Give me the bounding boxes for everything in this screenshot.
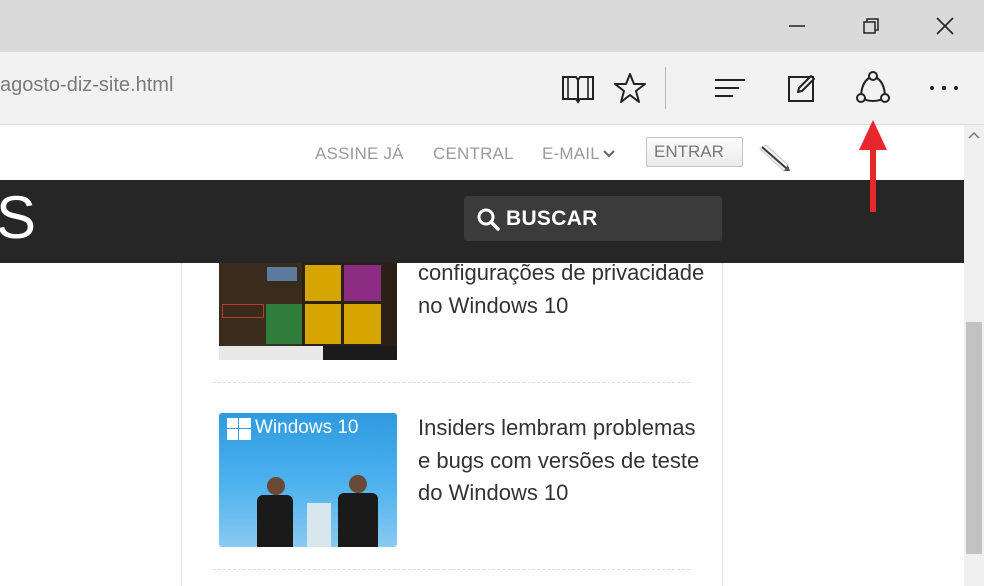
article-title[interactable]: configurações de privacidade no Windows …	[418, 257, 708, 322]
hub-button[interactable]	[708, 66, 752, 110]
close-button[interactable]	[908, 0, 982, 52]
chevron-down-icon	[603, 150, 615, 158]
hub-icon	[715, 79, 745, 97]
email-link[interactable]: E-MAIL	[542, 144, 616, 164]
web-note-icon	[788, 75, 815, 102]
article-divider	[213, 382, 690, 383]
web-note-button[interactable]	[780, 66, 824, 110]
scroll-up-button[interactable]	[964, 125, 984, 145]
title-bar	[0, 0, 984, 52]
windows-logo-icon	[227, 418, 251, 440]
article-title[interactable]: Insiders lembram problemas e bugs com ve…	[418, 412, 708, 510]
email-label: E-MAIL	[542, 144, 600, 163]
web-page: ASSINE JÁ CENTRAL E-MAIL ENTRAR S BUSCAR	[0, 125, 964, 586]
article-thumbnail[interactable]: Windows 10	[219, 413, 397, 547]
image-caption: Windows 10	[255, 417, 359, 438]
site-navbar: S BUSCAR	[0, 180, 964, 263]
article-divider	[213, 569, 690, 570]
search-label: BUSCAR	[506, 206, 598, 230]
scrollbar[interactable]	[964, 125, 984, 586]
chevron-up-icon	[968, 131, 980, 139]
pencil-icon	[759, 144, 790, 172]
site-logo[interactable]: S	[0, 188, 36, 248]
article-thumbnail[interactable]	[219, 263, 397, 360]
reading-view-button[interactable]	[556, 66, 600, 110]
share-button[interactable]	[851, 66, 895, 110]
search-icon	[477, 208, 500, 231]
more-icon	[930, 86, 958, 90]
restore-icon	[863, 18, 879, 34]
favorites-button[interactable]	[608, 66, 652, 110]
favorites-star-icon	[614, 73, 646, 103]
minimize-button[interactable]	[760, 0, 834, 52]
close-icon	[936, 17, 954, 35]
restore-button[interactable]	[834, 0, 908, 52]
login-button[interactable]: ENTRAR	[646, 137, 743, 167]
reading-view-icon	[562, 76, 594, 104]
minimize-icon	[789, 25, 805, 27]
share-icon	[856, 71, 890, 103]
more-button[interactable]	[922, 66, 966, 110]
central-link[interactable]: CENTRAL	[433, 144, 514, 164]
annotation-arrow	[859, 120, 887, 212]
content-border-right	[722, 263, 723, 586]
content-border-left	[181, 263, 182, 586]
scrollbar-thumb[interactable]	[966, 322, 982, 554]
subscribe-link[interactable]: ASSINE JÁ	[315, 144, 404, 164]
toolbar-separator	[665, 67, 666, 109]
browser-toolbar: agosto-diz-site.html	[0, 52, 984, 125]
search-button[interactable]: BUSCAR	[464, 196, 722, 241]
address-bar[interactable]: agosto-diz-site.html	[0, 74, 173, 97]
